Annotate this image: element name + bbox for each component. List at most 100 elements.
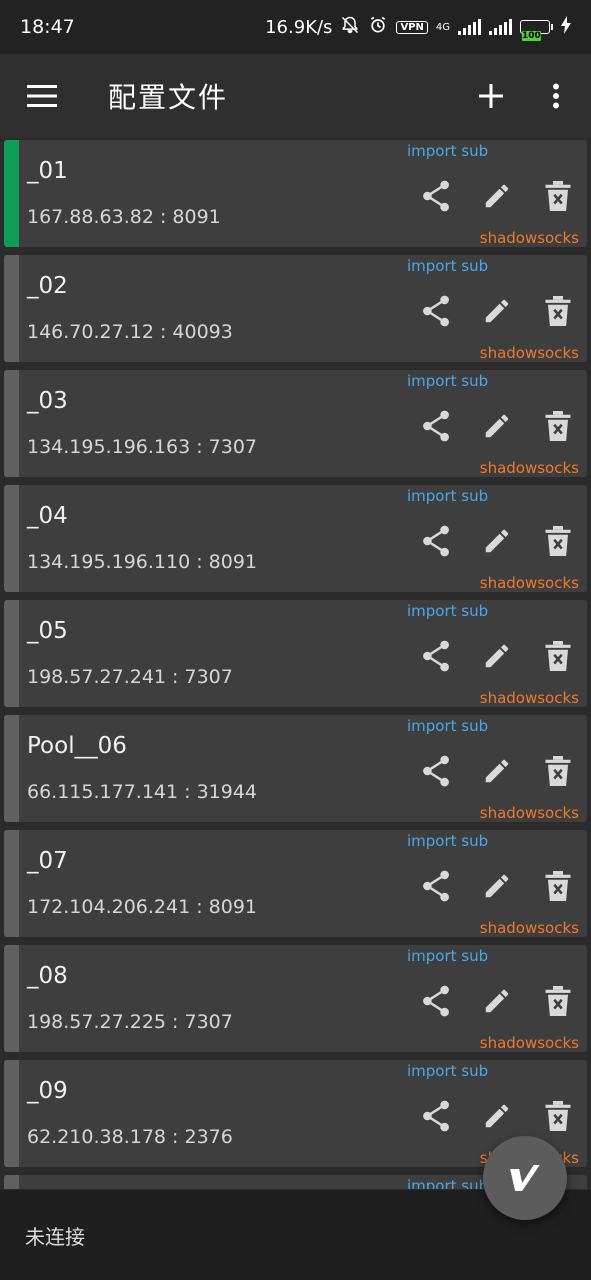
protocol-type: shadowsocks — [479, 574, 579, 592]
delete-button[interactable] — [540, 983, 576, 1019]
share-button[interactable] — [418, 638, 454, 674]
card-actions — [418, 1098, 576, 1134]
card-actions — [418, 408, 576, 444]
share-icon — [423, 180, 449, 212]
edit-button[interactable] — [479, 753, 515, 789]
share-icon — [423, 755, 449, 787]
server-list: _01 167.88.63.82 : 8091 import sub shado… — [0, 139, 591, 1189]
subscription-label: import sub — [407, 832, 489, 850]
delete-icon — [545, 871, 571, 901]
delete-button[interactable] — [540, 753, 576, 789]
server-address: 134.195.196.110 : 8091 — [27, 551, 258, 573]
share-button[interactable] — [418, 1098, 454, 1134]
edit-button[interactable] — [479, 983, 515, 1019]
selection-indicator — [4, 1175, 19, 1189]
edit-button[interactable] — [479, 408, 515, 444]
delete-button[interactable] — [540, 408, 576, 444]
selection-indicator — [4, 830, 19, 937]
edit-button[interactable] — [479, 523, 515, 559]
server-address: 62.210.38.178 : 2376 — [27, 1126, 233, 1148]
server-name: _09 — [27, 1078, 68, 1104]
card-actions — [418, 753, 576, 789]
alarm-icon — [368, 15, 388, 39]
edit-button[interactable] — [479, 868, 515, 904]
server-card-5[interactable]: _05 198.57.27.241 : 7307 import sub shad… — [4, 600, 587, 707]
app-bar: 配置文件 — [0, 54, 591, 138]
subscription-label: import sub — [407, 487, 489, 505]
card-actions — [418, 523, 576, 559]
edit-button[interactable] — [479, 638, 515, 674]
battery-icon: 100 — [520, 20, 553, 41]
server-card-8[interactable]: _08 198.57.27.225 : 7307 import sub shad… — [4, 945, 587, 1052]
share-button[interactable] — [418, 293, 454, 329]
server-card-1[interactable]: _01 167.88.63.82 : 8091 import sub shado… — [4, 140, 587, 247]
selection-indicator — [4, 370, 19, 477]
selection-indicator — [4, 1060, 19, 1167]
share-icon — [423, 525, 449, 557]
vpn-badge: VPN — [396, 20, 428, 34]
server-card-7[interactable]: _07 172.104.206.241 : 8091 import sub sh… — [4, 830, 587, 937]
add-button[interactable] — [461, 66, 521, 126]
server-name: _07 — [27, 848, 68, 874]
connection-status: 未连接 — [25, 1224, 85, 1249]
selection-indicator — [4, 255, 19, 362]
server-card-4[interactable]: _04 134.195.196.110 : 8091 import sub sh… — [4, 485, 587, 592]
selection-indicator — [4, 600, 19, 707]
delete-button[interactable] — [540, 1098, 576, 1134]
server-name: Pool__06 — [27, 733, 127, 759]
share-button[interactable] — [418, 753, 454, 789]
delete-button[interactable] — [540, 293, 576, 329]
subscription-label: import sub — [407, 1177, 489, 1189]
delete-button[interactable] — [540, 638, 576, 674]
menu-button[interactable] — [0, 54, 84, 138]
subscription-label: import sub — [407, 602, 489, 620]
pencil-icon — [485, 1104, 509, 1128]
share-icon — [423, 410, 449, 442]
pencil-icon — [485, 299, 509, 323]
more-options-button[interactable] — [531, 66, 581, 126]
share-icon — [423, 985, 449, 1017]
pencil-icon — [485, 989, 509, 1013]
delete-button[interactable] — [540, 523, 576, 559]
card-actions — [418, 293, 576, 329]
delete-button[interactable] — [540, 178, 576, 214]
server-address: 198.57.27.241 : 7307 — [27, 666, 233, 688]
share-icon — [423, 640, 449, 672]
server-card-6[interactable]: Pool__06 66.115.177.141 : 31944 import s… — [4, 715, 587, 822]
delete-icon — [545, 411, 571, 441]
share-button[interactable] — [418, 868, 454, 904]
card-actions — [418, 983, 576, 1019]
pencil-icon — [485, 874, 509, 898]
server-address: 167.88.63.82 : 8091 — [27, 206, 221, 228]
share-button[interactable] — [418, 408, 454, 444]
server-name: _01 — [27, 158, 68, 184]
page-title: 配置文件 — [108, 81, 229, 114]
edit-button[interactable] — [479, 293, 515, 329]
share-button[interactable] — [418, 983, 454, 1019]
subscription-label: import sub — [407, 257, 489, 275]
mute-bell-icon — [340, 15, 360, 39]
pencil-icon — [485, 414, 509, 438]
edit-button[interactable] — [479, 178, 515, 214]
share-button[interactable] — [418, 178, 454, 214]
status-bar: 18:47 16.9K/s VPN 4G 100 — [0, 0, 591, 54]
server-card-3[interactable]: _03 134.195.196.163 : 7307 import sub sh… — [4, 370, 587, 477]
server-name: _08 — [27, 963, 68, 989]
v-logo-icon — [510, 1165, 540, 1191]
delete-button[interactable] — [540, 868, 576, 904]
subscription-label: import sub — [407, 142, 489, 160]
protocol-type: shadowsocks — [479, 689, 579, 707]
pencil-icon — [485, 184, 509, 208]
edit-button[interactable] — [479, 1098, 515, 1134]
selection-indicator — [4, 485, 19, 592]
protocol-type: shadowsocks — [479, 229, 579, 247]
hamburger-icon — [27, 85, 57, 107]
share-button[interactable] — [418, 523, 454, 559]
signal-icon — [458, 19, 481, 35]
pencil-icon — [485, 759, 509, 783]
server-card-2[interactable]: _02 146.70.27.12 : 40093 import sub shad… — [4, 255, 587, 362]
subscription-label: import sub — [407, 1062, 489, 1080]
charging-icon — [561, 16, 571, 38]
connect-fab[interactable] — [483, 1136, 567, 1220]
server-name: _04 — [27, 503, 68, 529]
